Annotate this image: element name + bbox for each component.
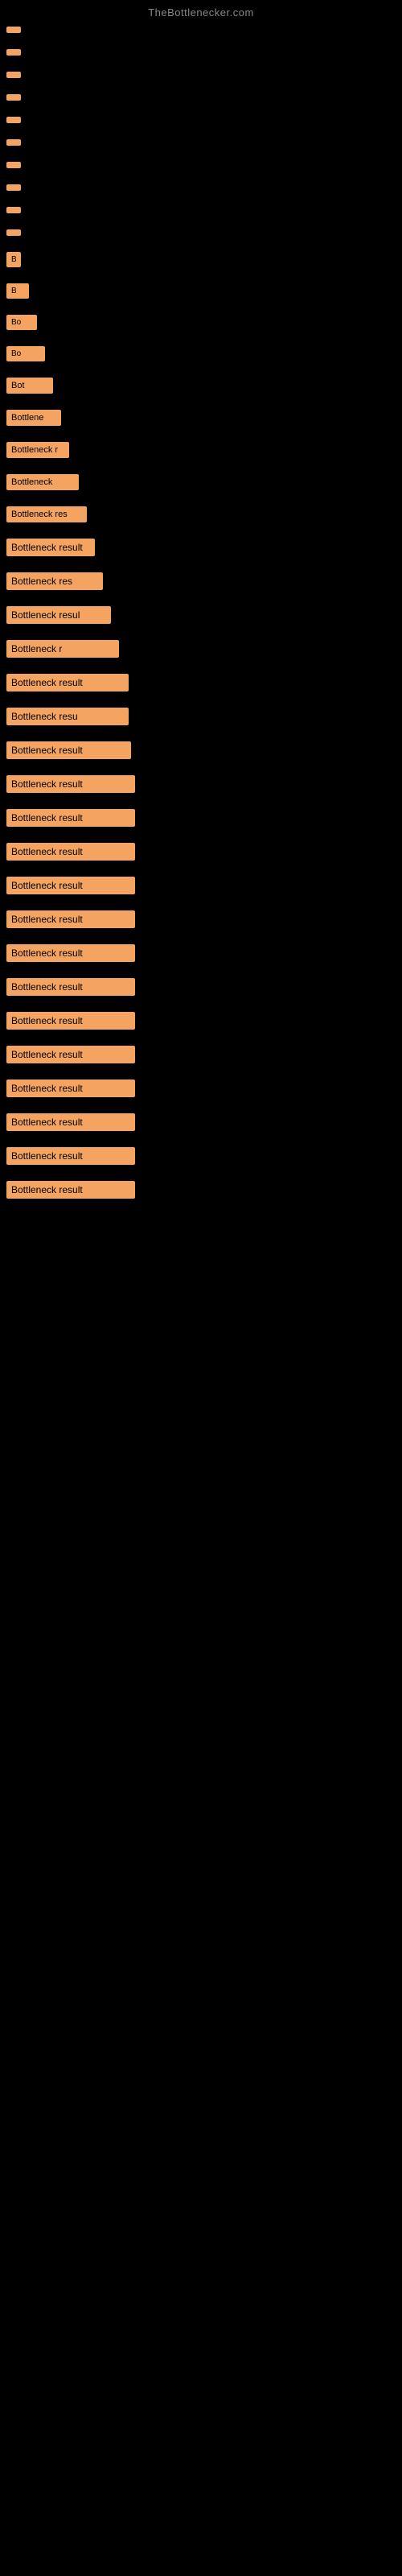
list-item: B xyxy=(0,275,402,307)
bottleneck-badge: Bottleneck result xyxy=(6,944,135,962)
bottleneck-badge xyxy=(6,139,21,146)
bottleneck-badge: Bo xyxy=(6,346,45,361)
bottleneck-badge: Bottleneck result xyxy=(6,1080,135,1097)
bottleneck-badge: Bottleneck result xyxy=(6,775,135,793)
site-title-container: TheBottlenecker.com xyxy=(0,0,402,19)
list-item xyxy=(0,86,402,109)
list-item: Bottleneck result xyxy=(0,970,402,1004)
bottleneck-badge: Bottleneck result xyxy=(6,741,131,759)
bottleneck-badge: B xyxy=(6,252,21,267)
list-item xyxy=(0,109,402,131)
bottleneck-badge: Bottleneck result xyxy=(6,1012,135,1030)
list-item: Bo xyxy=(0,338,402,369)
list-item: Bot xyxy=(0,369,402,402)
list-item: Bottleneck result xyxy=(0,1105,402,1139)
bottleneck-badge: Bottleneck r xyxy=(6,640,119,658)
bottleneck-badge: Bottleneck res xyxy=(6,572,103,590)
list-item: Bottleneck result xyxy=(0,1038,402,1071)
bottleneck-badge xyxy=(6,207,21,213)
list-item xyxy=(0,199,402,221)
bottleneck-badge: Bottleneck result xyxy=(6,1046,135,1063)
list-item: Bottleneck result xyxy=(0,733,402,767)
bottleneck-badge: Bottleneck result xyxy=(6,978,135,996)
bottleneck-badge: B xyxy=(6,283,29,299)
list-item: Bottleneck resul xyxy=(0,598,402,632)
list-item: Bottleneck res xyxy=(0,564,402,598)
bottleneck-badge: Bottleneck result xyxy=(6,910,135,928)
list-item: Bottleneck result xyxy=(0,1139,402,1173)
bottleneck-badge: Bottleneck result xyxy=(6,539,95,556)
bottleneck-badge: Bottleneck result xyxy=(6,877,135,894)
list-item: Bottleneck result xyxy=(0,1071,402,1105)
bottleneck-badge: Bot xyxy=(6,378,53,394)
list-item: Bottlene xyxy=(0,402,402,434)
list-item: Bottleneck resu xyxy=(0,700,402,733)
bottleneck-badge xyxy=(6,72,21,78)
bottleneck-badge xyxy=(6,49,21,56)
bottleneck-badge xyxy=(6,229,21,236)
list-item: Bottleneck result xyxy=(0,530,402,564)
bottleneck-badge: Bottleneck result xyxy=(6,1113,135,1131)
list-item xyxy=(0,64,402,86)
bottleneck-badge: Bottleneck resu xyxy=(6,708,129,725)
bottleneck-badge xyxy=(6,117,21,123)
list-item: Bottleneck result xyxy=(0,936,402,970)
bottleneck-badge: Bottleneck result xyxy=(6,674,129,691)
list-item xyxy=(0,19,402,41)
bottleneck-badge xyxy=(6,184,21,191)
list-item: Bottleneck res xyxy=(0,498,402,530)
list-item xyxy=(0,221,402,244)
list-item xyxy=(0,154,402,176)
bottleneck-badge: Bottleneck xyxy=(6,474,79,490)
bottleneck-badge: Bottleneck result xyxy=(6,1147,135,1165)
bottleneck-badge: Bottleneck result xyxy=(6,1181,135,1199)
list-item: Bottleneck result xyxy=(0,835,402,869)
list-item: Bottleneck result xyxy=(0,801,402,835)
bottleneck-badge: Bottleneck resul xyxy=(6,606,111,624)
bottleneck-badge xyxy=(6,162,21,168)
bottleneck-badge: Bottleneck res xyxy=(6,506,87,522)
list-item: Bottleneck xyxy=(0,466,402,498)
list-item: Bottleneck r xyxy=(0,434,402,466)
bottleneck-badge: Bottleneck result xyxy=(6,843,135,861)
bottleneck-badge: Bottleneck r xyxy=(6,442,69,458)
bottleneck-badge: Bo xyxy=(6,315,37,330)
list-item: Bottleneck result xyxy=(0,1004,402,1038)
list-item xyxy=(0,41,402,64)
list-item xyxy=(0,131,402,154)
bottleneck-badge xyxy=(6,27,21,33)
site-title: TheBottlenecker.com xyxy=(0,0,402,19)
list-item: Bottleneck result xyxy=(0,902,402,936)
list-item: Bottleneck result xyxy=(0,1173,402,1207)
list-item: B xyxy=(0,244,402,275)
list-item: Bottleneck result xyxy=(0,869,402,902)
bottleneck-badge: Bottleneck result xyxy=(6,809,135,827)
list-item: Bottleneck r xyxy=(0,632,402,666)
bottleneck-badge: Bottlene xyxy=(6,410,61,426)
list-item: Bo xyxy=(0,307,402,338)
items-container: B B Bo Bo Bot Bottlene Bottleneck r Bottleneck B… xyxy=(0,19,402,1207)
list-item xyxy=(0,176,402,199)
list-item: Bottleneck result xyxy=(0,666,402,700)
bottleneck-badge xyxy=(6,94,21,101)
list-item: Bottleneck result xyxy=(0,767,402,801)
